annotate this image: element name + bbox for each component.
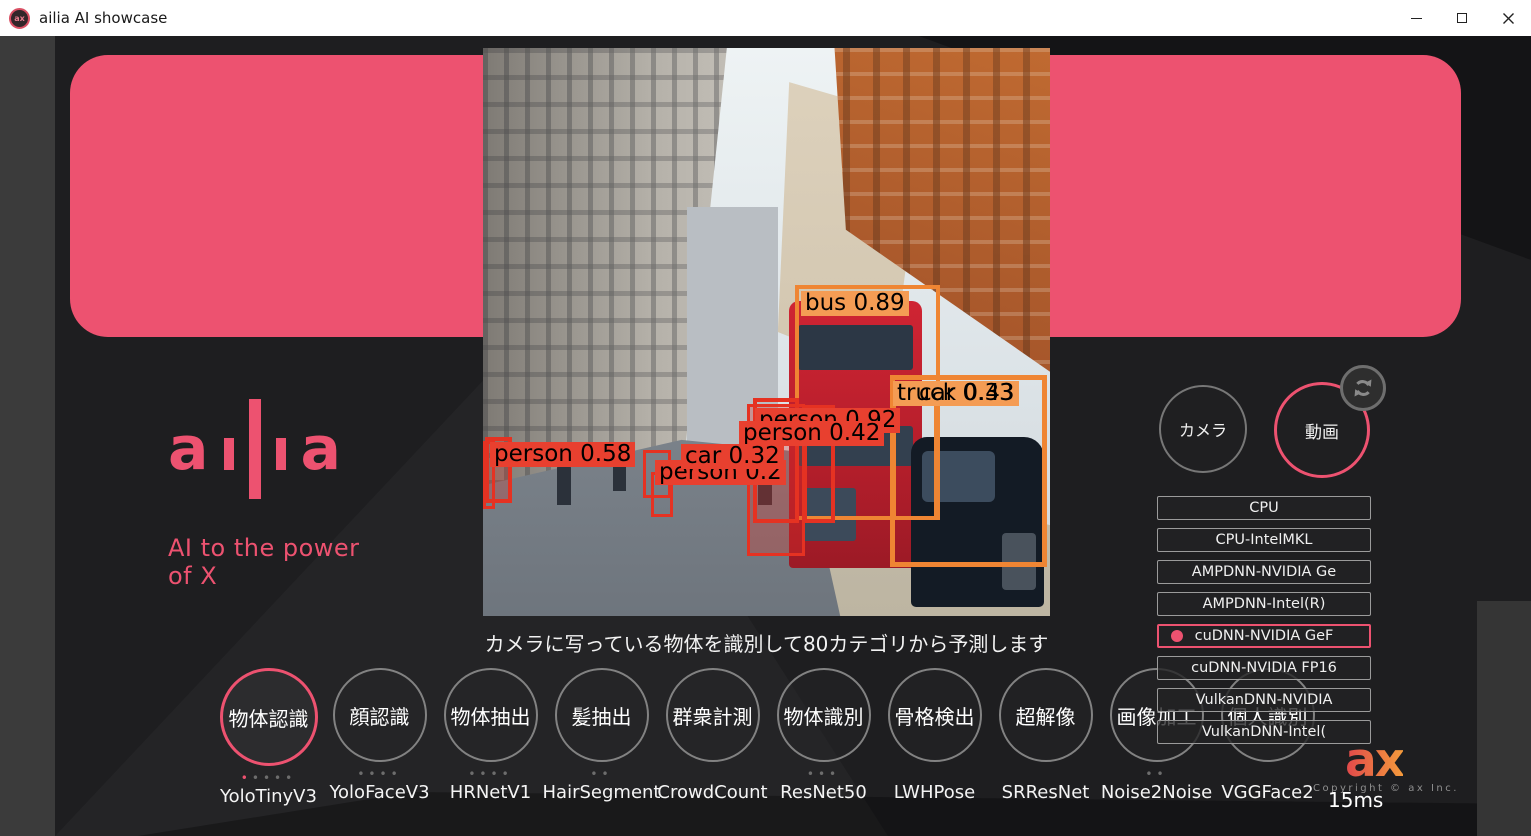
detection-label-person-58: person 0.58 (490, 442, 635, 467)
category-item-super-resolution: 超解像 SRResNet (990, 668, 1101, 807)
model-name: Noise2Noise (1101, 782, 1212, 803)
category-button-hair-extraction[interactable]: 髪抽出 (555, 668, 649, 762)
ailia-logo: a a (168, 398, 388, 500)
minimize-button[interactable] (1393, 0, 1439, 36)
app-window: { "window": { "title": "ailia AI showcas… (0, 0, 1531, 836)
brand-tagline: AI to the power of X (168, 534, 388, 590)
logo-bar-icon (224, 438, 234, 470)
window-controls (1393, 0, 1531, 36)
selected-backend-dot-icon (1171, 630, 1183, 642)
model-name: ResNet50 (780, 782, 867, 803)
category-button-face-detection[interactable]: 顔認識 (333, 668, 427, 762)
backend-list: CPU CPU-IntelMKL AMPDNN-NVIDIA Ge AMPDNN… (1157, 496, 1371, 744)
detection-label-car: car 0.33 (915, 381, 1018, 406)
close-icon (1502, 12, 1515, 25)
category-item-crowd-counting: 群衆計測 CrowdCount (657, 668, 768, 807)
backend-option-vulkandnn-nvidia[interactable]: VulkanDNN-NVIDIA (1157, 688, 1371, 712)
category-item-pose-estimation: 骨格検出 LWHPose (879, 668, 990, 807)
detection-box-truck (892, 387, 938, 520)
photo-pedestrian (557, 465, 572, 505)
model-name: LWHPose (894, 782, 975, 803)
backend-option-cpu[interactable]: CPU (1157, 496, 1371, 520)
latency-readout: 15ms (1328, 788, 1383, 812)
backend-option-cudnn-nvidia[interactable]: cuDNN-NVIDIA GeF (1157, 624, 1371, 648)
category-item-hair-extraction: 髪抽出 •• HairSegment (546, 668, 657, 807)
category-item-face-detection: 顔認識 •••• YoloFaceV3 (324, 668, 435, 807)
model-dots: •••• (357, 767, 401, 781)
camera-feed: bus 0.89 truck 0.43 car 0.33 person 0.92… (483, 48, 1050, 616)
category-item-object-detection: 物体認識 ••••• YoloTinyV3 (213, 668, 324, 807)
model-name: CrowdCount (657, 782, 767, 803)
model-name: VGGFace2 (1221, 782, 1313, 803)
background-strip-left (0, 36, 55, 836)
model-name: HairSegment (543, 782, 661, 803)
maximize-icon (1457, 13, 1467, 23)
dot-inactive: •• (1145, 767, 1167, 781)
category-item-object-extraction: 物体抽出 •••• HRNetV1 (435, 668, 546, 807)
app-logo-icon: ax (9, 8, 30, 29)
model-dots: •••• (468, 767, 512, 781)
category-item-object-classification: 物体識別 ••• ResNet50 (768, 668, 879, 807)
brand-block: a a AI to the power of X (168, 398, 388, 590)
refresh-icon (1350, 375, 1376, 401)
backend-option-vulkandnn-intel[interactable]: VulkanDNN-Intel( (1157, 720, 1371, 744)
dot-inactive: •••• (468, 767, 512, 781)
dot-inactive: •••• (357, 767, 401, 781)
logo-letter-a: a (301, 419, 342, 479)
dot-inactive: ••• (807, 767, 840, 781)
model-dots: ••••• (241, 771, 296, 785)
detection-label-car-32: car 0.32 (681, 444, 784, 469)
model-name: YoloTinyV3 (220, 786, 317, 807)
camera-source-button[interactable]: カメラ (1159, 385, 1247, 473)
titlebar: ax ailia AI showcase (0, 0, 1531, 36)
model-name: SRResNet (1002, 782, 1090, 803)
category-button-super-resolution[interactable]: 超解像 (999, 668, 1093, 762)
window-title: ailia AI showcase (39, 9, 167, 27)
minimize-icon (1411, 18, 1422, 19)
backend-option-cudnn-fp16[interactable]: cuDNN-NVIDIA FP16 (1157, 656, 1371, 680)
main-stage: bus 0.89 truck 0.43 car 0.33 person 0.92… (0, 36, 1531, 836)
model-name: YoloFaceV3 (329, 782, 429, 803)
maximize-button[interactable] (1439, 0, 1485, 36)
category-button-object-detection[interactable]: 物体認識 (220, 668, 318, 766)
logo-letter-a: a (168, 419, 209, 479)
logo-tall-bar-icon (249, 399, 261, 499)
category-button-object-classification[interactable]: 物体識別 (777, 668, 871, 762)
logo-bar-icon (276, 438, 286, 470)
feature-caption: カメラに写っている物体を識別して80カテゴリから予測します (483, 628, 1050, 657)
backend-option-ampdnn-nvidia[interactable]: AMPDNN-NVIDIA Ge (1157, 560, 1371, 584)
refresh-button[interactable] (1340, 365, 1386, 411)
model-name: HRNetV1 (450, 782, 531, 803)
dot-active: • (241, 771, 252, 785)
close-button[interactable] (1485, 0, 1531, 36)
dot-inactive: •• (590, 767, 612, 781)
backend-option-label: cuDNN-NVIDIA GeF (1195, 628, 1334, 644)
model-dots: ••• (807, 767, 840, 781)
model-dots: •• (1145, 767, 1167, 781)
detection-label-bus: bus 0.89 (801, 291, 909, 316)
category-button-pose-estimation[interactable]: 骨格検出 (888, 668, 982, 762)
dot-inactive: •••• (252, 771, 296, 785)
backend-option-cpu-intelmkl[interactable]: CPU-IntelMKL (1157, 528, 1371, 552)
background-strip-right (1477, 601, 1531, 836)
category-button-object-extraction[interactable]: 物体抽出 (444, 668, 538, 762)
category-button-crowd-counting[interactable]: 群衆計測 (666, 668, 760, 762)
backend-option-ampdnn-intel[interactable]: AMPDNN-Intel(R) (1157, 592, 1371, 616)
model-dots: •• (590, 767, 612, 781)
